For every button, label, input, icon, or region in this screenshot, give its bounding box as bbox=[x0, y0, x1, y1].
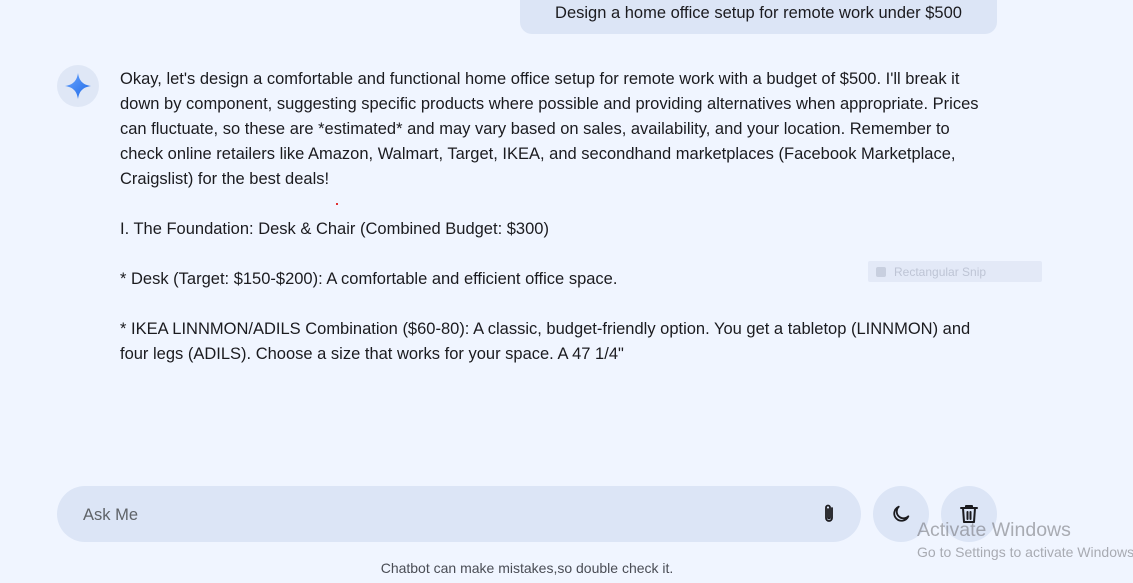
snip-label: Rectangular Snip bbox=[894, 264, 987, 279]
attach-button[interactable] bbox=[817, 502, 841, 526]
moon-icon bbox=[893, 505, 910, 522]
bot-paragraph-heading: I. The Foundation: Desk & Chair (Combine… bbox=[120, 220, 549, 238]
sparkle-icon bbox=[65, 73, 91, 99]
user-message-bubble: Design a home office setup for remote wo… bbox=[520, 0, 997, 34]
bot-paragraph-desk: * Desk (Target: $150-$200): A comfortabl… bbox=[120, 270, 618, 288]
watermark-subtitle: Go to Settings to activate Windows. bbox=[917, 544, 1133, 560]
red-dot-artifact bbox=[336, 203, 338, 205]
activate-windows-watermark: Activate Windows Go to Settings to activ… bbox=[917, 518, 1133, 561]
bot-paragraph-intro: Okay, let's design a comfortable and fun… bbox=[120, 70, 979, 188]
watermark-title: Activate Windows bbox=[917, 519, 1071, 541]
snip-overlay: Rectangular Snip bbox=[868, 261, 1042, 282]
bot-message: Okay, let's design a comfortable and fun… bbox=[120, 67, 990, 367]
snip-icon bbox=[876, 266, 886, 277]
bot-avatar bbox=[57, 65, 99, 107]
chat-input-bar bbox=[57, 486, 861, 544]
disclaimer-text: Chatbot can make mistakes,so double chec… bbox=[380, 560, 674, 576]
bot-paragraph-ikea: * IKEA LINNMON/ADILS Combination ($60-80… bbox=[120, 320, 971, 363]
user-message-text: Design a home office setup for remote wo… bbox=[555, 4, 962, 22]
paperclip-icon bbox=[825, 504, 833, 522]
ask-input[interactable] bbox=[81, 486, 785, 544]
